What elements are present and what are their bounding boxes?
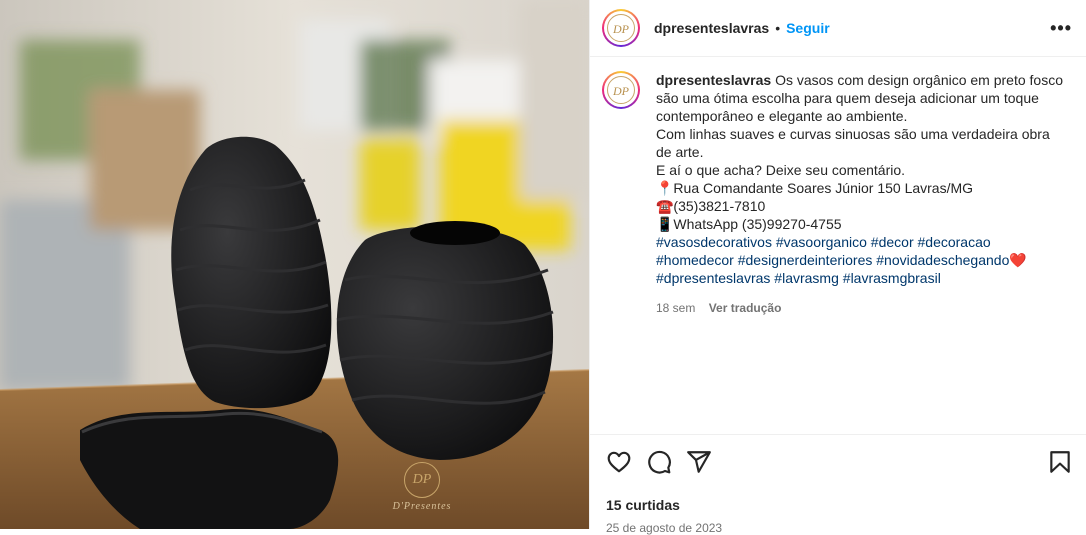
heart-emoji: ❤️ [1009,252,1027,268]
post-side-panel: DP dpresenteslavras • Seguir ••• DP dpre… [589,0,1086,535]
hashtag-link[interactable]: #designerdeinteriores [738,252,873,268]
instagram-post: DP D'Presentes DP dpresenteslavras • Seg… [0,0,1086,535]
hashtag-line-3: #dpresenteslavras #lavrasmg #lavrasmgbra… [656,269,1066,287]
caption-address: 📍Rua Comandante Soares Júnior 150 Lavras… [656,180,974,196]
caption-meta: 18 sem Ver tradução [656,299,1066,317]
hashtag-link[interactable]: #vasosdecorativos [656,234,772,250]
hashtag-line-1: #vasosdecorativos #vasoorganico #decor #… [656,233,1066,251]
post-header: DP dpresenteslavras • Seguir ••• [590,0,1086,57]
round-vase [336,221,554,460]
header-username[interactable]: dpresenteslavras [654,20,769,36]
hashtag-line-2: #homedecor #designerdeinteriores #novida… [656,251,1066,269]
translate-button[interactable]: Ver tradução [709,301,782,315]
caption-text: dpresenteslavras Os vasos com design org… [656,71,1066,317]
caption-line-2: Com linhas suaves e curvas sinuosas são … [656,126,1050,160]
caption-section: DP dpresenteslavras Os vasos com design … [590,57,1086,317]
watermark-text: D'Presentes [392,501,452,512]
caption-avatar[interactable]: DP [602,71,640,109]
separator-dot: • [775,20,781,36]
hashtag-link[interactable]: #dpresenteslavras [656,270,770,286]
avatar-logo: DP [607,14,635,42]
vases-photo [0,0,589,529]
caption-line-3: E aí o que acha? Deixe seu comentário. [656,162,906,178]
bookmark-icon[interactable] [1047,449,1073,475]
hashtag-link[interactable]: #lavrasmg [774,270,839,286]
avatar-inner: DP [604,11,638,45]
wavy-tray [80,409,339,529]
hashtag-link[interactable]: #decor [871,234,914,250]
post-image[interactable]: DP D'Presentes [0,0,589,529]
caption-avatar-inner: DP [604,73,638,107]
likes-count[interactable]: 15 curtidas [590,497,1086,513]
action-icons [590,435,1086,475]
heart-icon[interactable] [606,449,632,475]
caption-phone: ☎️(35)3821-7810 [656,198,766,214]
share-icon[interactable] [686,449,712,475]
caption-whatsapp: 📱WhatsApp (35)99270-4755 [656,216,842,232]
action-bar: 15 curtidas 25 de agosto de 2023 [590,434,1086,535]
comment-icon[interactable] [646,449,672,475]
time-ago[interactable]: 18 sem [656,301,695,315]
follow-button[interactable]: Seguir [786,20,830,36]
watermark-logo: DP D'Presentes [386,462,458,512]
hashtag-link[interactable]: #vasoorganico [776,234,867,250]
watermark-monogram: DP [404,462,440,498]
hashtag-link[interactable]: #lavrasmgbrasil [843,270,941,286]
hashtag-link[interactable]: #novidadeschegando [876,252,1009,268]
caption-avatar-logo: DP [607,76,635,104]
more-options-icon[interactable]: ••• [1050,18,1072,39]
hashtag-link[interactable]: #homedecor [656,252,734,268]
post-date[interactable]: 25 de agosto de 2023 [590,521,1086,535]
hashtag-link[interactable]: #decoracao [918,234,991,250]
caption-username[interactable]: dpresenteslavras [656,72,771,88]
avatar[interactable]: DP [602,9,640,47]
